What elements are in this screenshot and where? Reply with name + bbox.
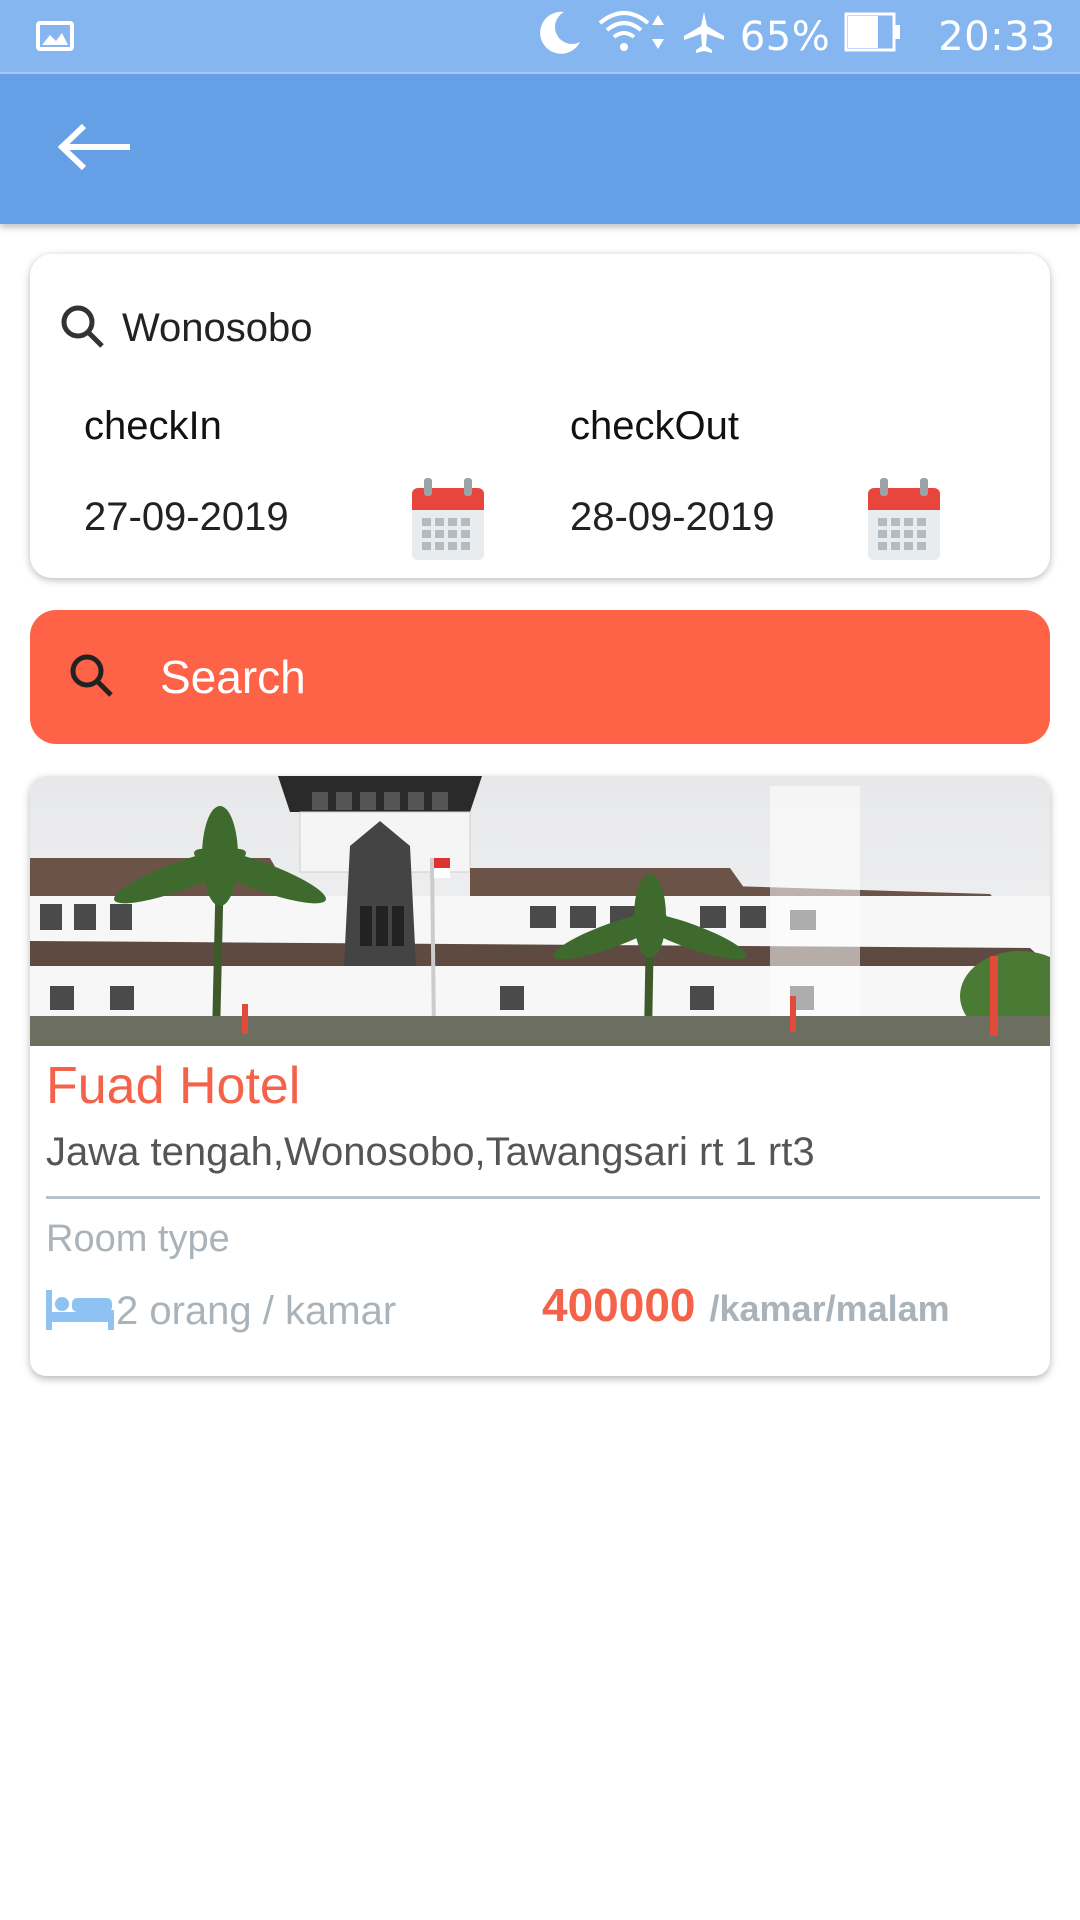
arrow-left-icon <box>56 122 134 177</box>
price-value: 400000 <box>542 1279 696 1331</box>
search-icon <box>58 302 106 355</box>
room-capacity: 2 orang / kamar <box>44 1284 396 1339</box>
search-button[interactable]: Search <box>30 610 1050 744</box>
location-input[interactable]: Wonosobo <box>122 306 313 351</box>
hotel-address: Jawa tengah,Wonosobo,Tawangsari rt 1 rt3 <box>46 1130 815 1174</box>
moon-icon <box>534 8 582 66</box>
airplane-icon <box>682 10 726 64</box>
checkin-date[interactable]: 27-09-2019 <box>84 495 289 540</box>
search-icon <box>66 650 116 705</box>
status-bar: 65% 20:33 <box>0 0 1080 74</box>
back-button[interactable] <box>50 116 140 182</box>
checkout-field[interactable]: checkOut 28-09-2019 <box>570 404 775 540</box>
checkout-date[interactable]: 28-09-2019 <box>570 495 775 540</box>
hotel-card[interactable]: Fuad Hotel Jawa tengah,Wonosobo,Tawangsa… <box>30 776 1050 1376</box>
bed-icon <box>44 1284 116 1339</box>
search-form-card: Wonosobo checkIn 27-09-2019 checkOut 28-… <box>30 254 1050 578</box>
price-row: 400000 /kamar/malam <box>542 1278 950 1332</box>
hotel-name[interactable]: Fuad Hotel <box>46 1056 300 1116</box>
checkin-field[interactable]: checkIn 27-09-2019 <box>84 404 289 540</box>
room-type-label: Room type <box>46 1218 230 1260</box>
checkin-label: checkIn <box>84 404 222 448</box>
checkout-calendar-icon[interactable] <box>866 476 942 562</box>
battery-percent: 65% <box>739 14 831 60</box>
clock: 20:33 <box>938 14 1056 60</box>
gallery-icon <box>36 20 74 57</box>
hotel-details: Fuad Hotel Jawa tengah,Wonosobo,Tawangsa… <box>38 1046 1042 1368</box>
search-button-label: Search <box>160 651 306 703</box>
hotel-photo <box>30 776 1050 1046</box>
checkout-label: checkOut <box>570 404 739 448</box>
app-bar <box>0 74 1080 224</box>
capacity-text: 2 orang / kamar <box>116 1289 397 1333</box>
location-row[interactable]: Wonosobo <box>58 298 313 358</box>
wifi-icon <box>596 9 668 65</box>
divider <box>46 1196 1040 1199</box>
battery-icon <box>844 12 902 62</box>
checkin-calendar-icon[interactable] <box>410 476 486 562</box>
price-unit: /kamar/malam <box>709 1288 950 1329</box>
